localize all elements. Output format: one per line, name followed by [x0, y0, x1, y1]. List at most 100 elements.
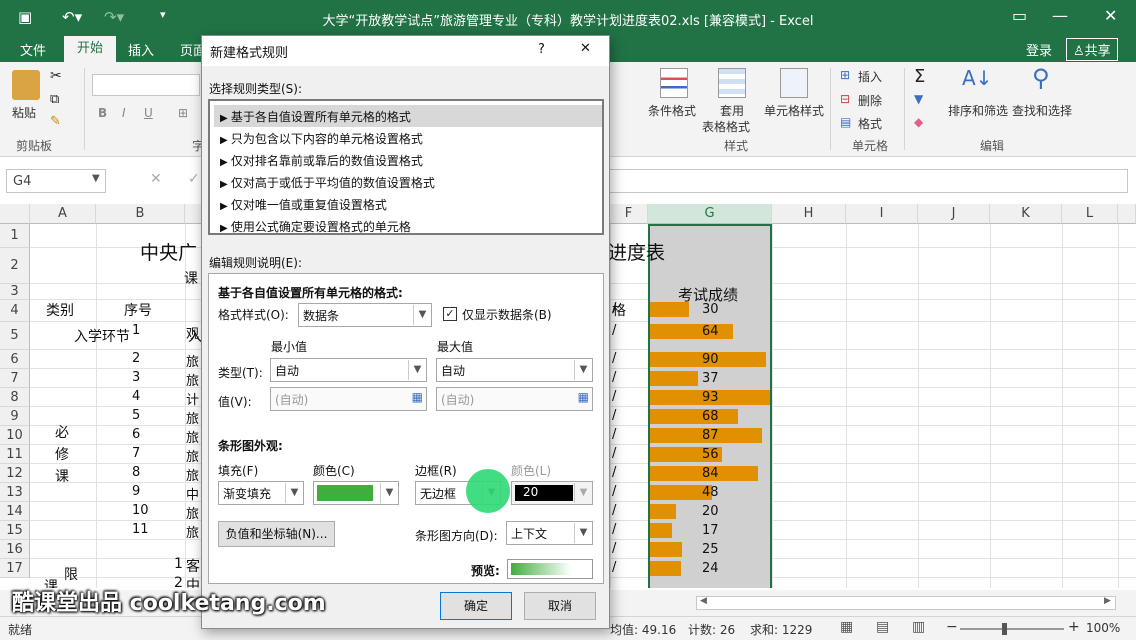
row-header[interactable]: 1 [0, 224, 30, 248]
sort-filter-button[interactable]: 排序和筛选 [948, 102, 1008, 119]
rule-type-item[interactable]: ▶ 使用公式确定要设置格式的单元格 [214, 215, 602, 237]
fill-color-picker[interactable]: ▼ [313, 481, 399, 505]
min-value-input[interactable]: (自动) ▦ [270, 387, 427, 411]
range-select-icon[interactable]: ▦ [412, 390, 423, 404]
scroll-right-icon[interactable]: ▶ [1104, 596, 1111, 606]
row-header[interactable]: 11 [0, 445, 30, 464]
row-header[interactable]: 17 [0, 559, 30, 578]
paste-label[interactable]: 粘贴 [12, 104, 36, 121]
show-bar-only-checkbox[interactable]: ✓ [443, 307, 457, 321]
row-header[interactable]: 9 [0, 407, 30, 426]
page-layout-view-icon[interactable]: ▤ [876, 619, 889, 635]
normal-view-icon[interactable]: ▦ [840, 619, 853, 635]
cancel-edit-icon[interactable]: ✕ [150, 171, 162, 187]
rule-type-item[interactable]: ▶ 仅对唯一值或重复值设置格式 [214, 193, 602, 215]
tab-file[interactable]: 文件 [20, 40, 46, 59]
login-link[interactable]: 登录 [1026, 40, 1052, 59]
format-cells-icon[interactable]: ▤ [840, 115, 851, 129]
share-button[interactable]: ♙共享 [1066, 38, 1118, 61]
table-format-icon[interactable] [718, 68, 746, 98]
direction-select[interactable]: 上下文 ▼ [506, 521, 593, 545]
cut-icon[interactable]: ✂ [50, 68, 62, 84]
row-header[interactable]: 3 [0, 284, 30, 300]
table-format-label-1[interactable]: 套用 [720, 102, 744, 119]
zoom-level[interactable]: 100% [1086, 621, 1120, 635]
rule-type-item[interactable]: ▶ 仅对高于或低于平均值的数值设置格式 [214, 171, 602, 193]
column-header[interactable]: H [772, 204, 846, 224]
format-painter-icon[interactable]: ✎ [50, 114, 61, 129]
max-value-input[interactable]: (自动) ▦ [436, 387, 593, 411]
column-header[interactable]: K [990, 204, 1062, 224]
row-header[interactable]: 12 [0, 464, 30, 483]
row-header[interactable]: 15 [0, 521, 30, 540]
zoom-out-icon[interactable]: − [946, 619, 958, 635]
column-header[interactable]: J [918, 204, 990, 224]
autosum-icon[interactable]: Σ [914, 66, 925, 87]
row-header[interactable]: 10 [0, 426, 30, 445]
conditional-format-icon[interactable] [660, 68, 688, 98]
conditional-format-button[interactable]: 条件格式 [648, 102, 696, 119]
column-header[interactable]: F [610, 204, 648, 224]
ribbon-display-icon[interactable]: ▭ [1012, 6, 1027, 25]
minimize-icon[interactable]: — [1052, 6, 1068, 25]
row-header[interactable]: 5 [0, 322, 30, 350]
insert-cells-icon[interactable]: ⊞ [840, 68, 850, 82]
show-bar-only-label[interactable]: 仅显示数据条(B) [462, 306, 552, 323]
cell-style-button[interactable]: 单元格样式 [764, 102, 824, 119]
page-break-view-icon[interactable]: ▥ [912, 619, 925, 635]
table-format-label-2[interactable]: 表格格式 [702, 118, 750, 135]
border-icon[interactable]: ⊞ [178, 106, 188, 120]
row-header[interactable]: 7 [0, 369, 30, 388]
namebox-dropdown-icon[interactable]: ▼ [92, 173, 100, 184]
find-select-button[interactable]: 查找和选择 [1012, 102, 1072, 119]
scroll-left-icon[interactable]: ◀ [700, 596, 707, 606]
format-style-select[interactable]: 数据条 ▼ [298, 303, 432, 327]
bold-icon[interactable]: B [98, 106, 107, 120]
min-type-select[interactable]: 自动 ▼ [270, 358, 427, 382]
tab-home[interactable]: 开始 [64, 36, 116, 62]
fill-icon[interactable]: ▼ [914, 92, 923, 106]
tab-insert[interactable]: 插入 [128, 40, 154, 59]
row-header[interactable]: 6 [0, 350, 30, 369]
column-header[interactable]: A [30, 204, 96, 224]
format-cells-button[interactable]: 格式 [858, 115, 882, 132]
close-window-icon[interactable]: ✕ [1104, 6, 1117, 25]
column-header[interactable]: B [96, 204, 185, 224]
row-header[interactable]: 8 [0, 388, 30, 407]
cell-style-icon[interactable] [780, 68, 808, 98]
insert-cells-button[interactable]: 插入 [858, 68, 882, 85]
zoom-in-icon[interactable]: + [1068, 619, 1080, 635]
rule-type-item[interactable]: ▶ 基于各自值设置所有单元格的格式 [214, 105, 602, 127]
ok-button[interactable]: 确定 [440, 592, 512, 620]
fill-select[interactable]: 渐变填充 ▼ [218, 481, 304, 505]
negative-axis-button[interactable]: 负值和坐标轴(N)... [218, 521, 335, 547]
font-name-combo[interactable] [92, 74, 200, 96]
column-header[interactable]: G [648, 204, 772, 224]
dialog-close-button[interactable]: ✕ [580, 41, 591, 56]
sort-filter-icon[interactable]: A↓ [962, 66, 992, 90]
underline-icon[interactable]: U [144, 106, 153, 120]
delete-cells-icon[interactable]: ⊟ [840, 92, 850, 106]
name-box[interactable]: G4 [6, 169, 106, 193]
find-select-icon[interactable]: ⚲ [1032, 64, 1050, 92]
column-header[interactable] [1118, 204, 1136, 224]
horizontal-scrollbar[interactable] [696, 596, 1116, 610]
max-type-select[interactable]: 自动 ▼ [436, 358, 593, 382]
row-header[interactable]: 2 [0, 248, 30, 284]
zoom-slider-thumb[interactable] [1002, 623, 1007, 635]
row-header[interactable]: 14 [0, 502, 30, 521]
cancel-button[interactable]: 取消 [524, 592, 596, 620]
select-all-corner[interactable] [0, 204, 30, 224]
delete-cells-button[interactable]: 删除 [858, 92, 882, 109]
paste-icon[interactable] [12, 70, 40, 100]
copy-icon[interactable]: ⧉ [50, 92, 59, 107]
border-color-picker[interactable]: 20 ▼ [511, 481, 593, 505]
italic-icon[interactable]: I [122, 106, 126, 120]
confirm-edit-icon[interactable]: ✓ [188, 171, 200, 187]
range-select-icon[interactable]: ▦ [578, 390, 589, 404]
clear-icon[interactable]: ◆ [914, 115, 923, 129]
column-header[interactable]: I [846, 204, 918, 224]
rule-type-list[interactable]: ▶ 基于各自值设置所有单元格的格式 ▶ 只为包含以下内容的单元格设置格式 ▶ 仅对排… [208, 99, 604, 235]
column-header[interactable]: L [1062, 204, 1118, 224]
row-header[interactable]: 13 [0, 483, 30, 502]
